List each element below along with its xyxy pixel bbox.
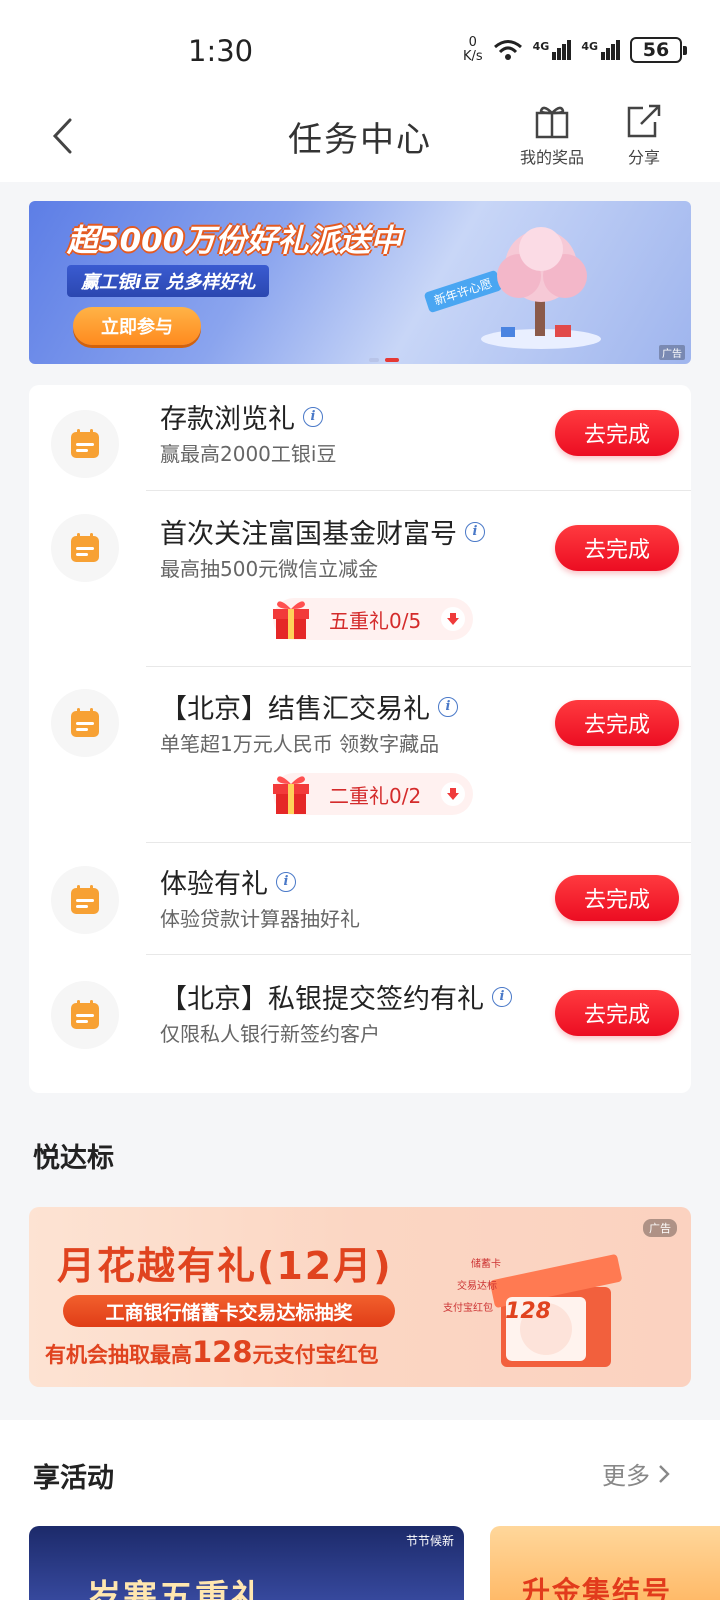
promo-subtitle: 工商银行储蓄卡交易达标抽奖 <box>63 1295 395 1327</box>
signal-icon: 4G <box>533 40 572 60</box>
chevron-right-icon <box>659 1464 670 1483</box>
promo-label-alipay: 支付宝红包 <box>443 1303 493 1314</box>
calendar-icon <box>51 981 119 1049</box>
divider <box>146 842 691 843</box>
ad-label: 广告 <box>643 1219 677 1237</box>
task-title: 【北京】私银提交签约有礼 i <box>160 977 512 1016</box>
calendar-icon <box>51 514 119 582</box>
task-title-text: 存款浏览礼 <box>160 404 295 435</box>
task-title-text: 【北京】私银提交签约有礼 <box>160 984 484 1015</box>
task-title-text: 体验有礼 <box>160 869 268 900</box>
task-item: 存款浏览礼 i 赢最高2000工银i豆 去完成 <box>29 385 691 500</box>
task-item: 【北京】结售汇交易礼 i 单笔超1万元人民币 领数字藏品 去完成 二重礼0/2 <box>29 675 691 845</box>
promo-label-trade: 交易达标 <box>457 1281 497 1292</box>
task-description: 赢最高2000工银i豆 <box>160 442 337 466</box>
status-bar: 1:30 0 K/s 4G 4G 56 <box>0 0 720 100</box>
activities-section: 享活动 更多 岁寒五重礼 节节候新 升金集结号 <box>0 1420 720 1600</box>
red-gift-icon <box>273 601 309 639</box>
info-icon[interactable]: i <box>303 406 323 427</box>
calendar-icon <box>51 866 119 934</box>
go-complete-button[interactable]: 去完成 <box>555 875 679 921</box>
section-title-activities: 享活动 <box>33 1463 114 1494</box>
battery-icon: 56 <box>630 37 687 63</box>
wifi-icon <box>493 40 522 60</box>
info-icon[interactable]: i <box>276 871 296 892</box>
share-button[interactable]: 分享 <box>625 102 663 168</box>
share-icon <box>627 104 661 138</box>
section-title-achievement: 悦达标 <box>33 1143 114 1174</box>
task-title-text: 首次关注富国基金财富号 <box>160 519 457 550</box>
task-list: 存款浏览礼 i 赢最高2000工银i豆 去完成 首次关注富国基金财富号 i 最高抽5… <box>29 385 691 1093</box>
task-description: 单笔超1万元人民币 领数字藏品 <box>160 732 440 756</box>
share-label: 分享 <box>627 148 660 167</box>
divider <box>146 490 691 491</box>
task-title: 【北京】结售汇交易礼 i <box>160 687 458 726</box>
go-complete-button[interactable]: 去完成 <box>555 990 679 1036</box>
info-icon[interactable]: i <box>465 521 485 542</box>
info-icon[interactable]: i <box>438 696 458 717</box>
tier-progress-text: 二重礼0/2 <box>329 784 422 808</box>
promo-desc-prefix: 有机会抽取最高 <box>45 1343 192 1367</box>
calendar-icon <box>51 689 119 757</box>
promo-description: 有机会抽取最高128元支付宝红包 <box>45 1335 379 1369</box>
divider <box>146 954 691 955</box>
network-type-label: 4G <box>532 40 550 53</box>
banner-subtitle: 赢工银i豆 兑多样好礼 <box>67 265 270 297</box>
gift-outline-icon <box>535 106 569 139</box>
wish-tree-illustration <box>481 227 601 349</box>
status-icons: 0 K/s 4G 4G 56 <box>463 36 687 64</box>
tier-progress-pill[interactable]: 二重礼0/2 <box>273 773 473 815</box>
my-prizes-button[interactable]: 我的奖品 <box>520 102 584 168</box>
more-label: 更多 <box>602 1462 650 1490</box>
tier-progress-pill[interactable]: 五重礼0/5 <box>273 598 473 640</box>
page-title: 任务中心 <box>288 120 432 160</box>
tier-progress-text: 五重礼0/5 <box>329 609 422 633</box>
promo-desc-suffix: 元支付宝红包 <box>252 1343 379 1367</box>
task-description: 最高抽500元微信立减金 <box>160 557 379 581</box>
divider <box>146 666 691 667</box>
task-description: 仅限私人银行新签约客户 <box>160 1022 380 1046</box>
network-speed-value: 0 <box>468 35 477 50</box>
status-time: 1:30 <box>188 34 254 68</box>
task-description: 体验贷款计算器抽好礼 <box>160 907 360 931</box>
activity-card[interactable]: 升金集结号 <box>490 1526 720 1600</box>
banner-pagination <box>369 358 399 362</box>
network-speed: 0 K/s <box>463 36 483 64</box>
banner-join-button[interactable]: 立即参与 <box>73 307 201 345</box>
info-icon[interactable]: i <box>492 986 512 1007</box>
promo-label-card: 储蓄卡 <box>471 1259 501 1270</box>
activity-tag: 节节候新 <box>405 1534 454 1548</box>
activity-title: 升金集结号 <box>522 1575 673 1600</box>
monthly-promo-banner[interactable]: 月花越有礼(12月) 工商银行储蓄卡交易达标抽奖 有机会抽取最高128元支付宝红… <box>29 1207 691 1387</box>
promo-coupon-amount: 128 <box>505 1299 551 1324</box>
task-title: 存款浏览礼 i <box>160 397 323 436</box>
my-prizes-label: 我的奖品 <box>520 148 585 167</box>
task-title: 首次关注富国基金财富号 i <box>160 512 485 551</box>
task-item: 【北京】私银提交签约有礼 i 仅限私人银行新签约客户 去完成 <box>29 965 691 1080</box>
signal-icon-2: 4G <box>581 40 620 60</box>
more-activities-link[interactable]: 更多 <box>602 1456 670 1491</box>
red-gift-icon <box>273 776 309 814</box>
go-complete-button[interactable]: 去完成 <box>555 700 679 746</box>
task-item: 首次关注富国基金财富号 i 最高抽500元微信立减金 去完成 五重礼0/5 <box>29 500 691 670</box>
promo-banner[interactable]: 超5000万份好礼派送中 赢工银i豆 兑多样好礼 立即参与 新年许心愿 广告 <box>29 201 691 364</box>
calendar-icon <box>51 410 119 478</box>
expand-arrow-icon <box>441 782 465 806</box>
task-title: 体验有礼 i <box>160 862 296 901</box>
network-speed-unit: K/s <box>462 49 483 64</box>
go-complete-button[interactable]: 去完成 <box>555 525 679 571</box>
activity-card[interactable]: 岁寒五重礼 节节候新 <box>29 1526 464 1600</box>
task-item: 体验有礼 i 体验贷款计算器抽好礼 去完成 <box>29 850 691 965</box>
promo-title: 月花越有礼(12月) <box>57 1244 393 1288</box>
ad-label: 广告 <box>659 345 685 360</box>
task-title-text: 【北京】结售汇交易礼 <box>160 694 430 725</box>
go-complete-button[interactable]: 去完成 <box>555 410 679 456</box>
banner-headline: 超5000万份好礼派送中 <box>67 223 402 259</box>
expand-arrow-icon <box>441 607 465 631</box>
header: 任务中心 我的奖品 分享 <box>0 100 720 182</box>
network-type-label-2: 4G <box>581 40 598 53</box>
promo-desc-amount: 128 <box>192 1335 253 1369</box>
activity-title: 岁寒五重礼 <box>87 1578 267 1600</box>
